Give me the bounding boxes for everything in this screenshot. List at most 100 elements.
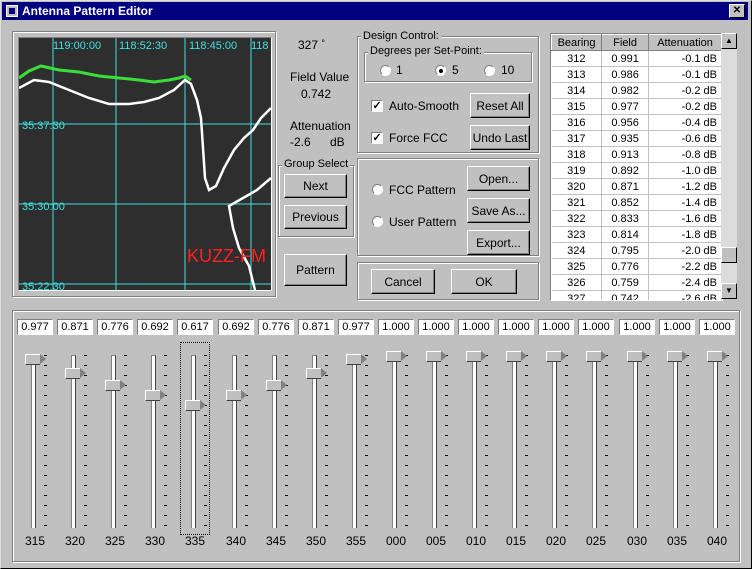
attenuation-cell: -1.2 dB: [648, 178, 722, 195]
window-title: Antenna Pattern Editor: [22, 4, 153, 18]
table-row[interactable]: 320 0.871 -1.2 dB: [551, 178, 722, 195]
degrees-radio-1[interactable]: [380, 65, 391, 76]
undo-last-button[interactable]: Undo Last: [470, 125, 530, 150]
pattern-contour-green: [19, 64, 192, 84]
field-value: 0.742: [301, 87, 332, 101]
slider-track[interactable]: [71, 355, 76, 528]
table-scrollbar[interactable]: ▲ ▼: [721, 33, 737, 299]
slider-track[interactable]: [232, 355, 237, 528]
slider-track[interactable]: [713, 355, 718, 528]
table-row[interactable]: 325 0.776 -2.2 dB: [551, 258, 722, 275]
slider-track[interactable]: [432, 355, 437, 528]
slider-track[interactable]: [392, 355, 397, 528]
slider-value-field[interactable]: 0.871: [57, 319, 93, 335]
slider-value-field[interactable]: 1.000: [578, 319, 614, 335]
degrees-legend: Degrees per Set-Point:: [368, 45, 484, 57]
slider-value-field[interactable]: 0.692: [218, 319, 254, 335]
degrees-radio-5[interactable]: [435, 65, 446, 76]
slider-value-field[interactable]: 1.000: [458, 319, 494, 335]
close-button[interactable]: ✕: [729, 4, 745, 18]
slider-track[interactable]: [512, 355, 517, 528]
export-button[interactable]: Export...: [467, 230, 530, 255]
table-row[interactable]: 312 0.991 -0.1 dB: [551, 50, 722, 67]
pattern-button[interactable]: Pattern: [284, 254, 347, 286]
user-pattern-radio[interactable]: [372, 216, 383, 227]
slider-value-field[interactable]: 1.000: [418, 319, 454, 335]
table-row[interactable]: 318 0.913 -0.8 dB: [551, 146, 722, 163]
attenuation-cell: -1.6 dB: [648, 210, 722, 227]
scroll-up-arrow-icon[interactable]: ▲: [721, 33, 737, 49]
next-button[interactable]: Next: [284, 174, 347, 198]
column-header-attenuation[interactable]: Attenuation: [648, 34, 722, 51]
slider-ticks: [565, 355, 568, 527]
slider-bearing-label: 350: [305, 534, 327, 548]
attenuation-value: -2.6: [290, 135, 311, 149]
fcc-pattern-radio[interactable]: [372, 184, 383, 195]
cancel-button[interactable]: Cancel: [371, 269, 435, 294]
slider-track[interactable]: [673, 355, 678, 528]
user-pattern-label: User Pattern: [389, 215, 457, 229]
bearing-cell: 318: [551, 146, 603, 163]
slider-track[interactable]: [592, 355, 597, 528]
column-header-field[interactable]: Field: [601, 34, 650, 51]
bearing-cell: 325: [551, 258, 603, 275]
coverage-map[interactable]: KUZZ-FM 119:00:00 118:52:30 118:45:00 11…: [18, 37, 272, 291]
scroll-thumb[interactable]: [721, 247, 737, 263]
attenuation-cell: -0.1 dB: [648, 66, 722, 83]
attenuation-cell: -0.2 dB: [648, 82, 722, 99]
ok-button[interactable]: OK: [451, 269, 517, 294]
coverage-boundary: [19, 78, 271, 192]
column-header-bearing[interactable]: Bearing: [551, 34, 603, 51]
field-cell: 0.982: [601, 82, 650, 99]
table-row[interactable]: 316 0.956 -0.4 dB: [551, 114, 722, 131]
slider-bearing-label: 320: [64, 534, 86, 548]
degree-symbol: °: [321, 38, 325, 48]
table-row[interactable]: 322 0.833 -1.6 dB: [551, 210, 722, 227]
open-button[interactable]: Open...: [467, 166, 530, 191]
slider-track[interactable]: [352, 355, 357, 528]
slider-track[interactable]: [633, 355, 638, 528]
slider-value-field[interactable]: 0.617: [177, 319, 213, 335]
degrees-radio-10[interactable]: [484, 65, 495, 76]
slider-value-field[interactable]: 0.692: [137, 319, 173, 335]
attenuation-unit: dB: [330, 135, 345, 149]
slider-track[interactable]: [552, 355, 557, 528]
auto-smooth-checkbox[interactable]: ✓: [371, 100, 383, 112]
title-bar[interactable]: Antenna Pattern Editor ✕: [2, 2, 748, 20]
slider-value-field[interactable]: 0.977: [338, 319, 374, 335]
attenuation-cell: -0.8 dB: [648, 146, 722, 163]
table-row[interactable]: 319 0.892 -1.0 dB: [551, 162, 722, 179]
slider-value-field[interactable]: 0.871: [298, 319, 334, 335]
table-row[interactable]: 326 0.759 -2.4 dB: [551, 274, 722, 291]
slider-track[interactable]: [31, 355, 36, 528]
slider-track[interactable]: [312, 355, 317, 528]
pattern-table[interactable]: Bearing Field Attenuation 312 0.991 -0.1 d…: [550, 33, 723, 301]
slider-track[interactable]: [151, 355, 156, 528]
save-as-button[interactable]: Save As...: [467, 198, 530, 223]
force-fcc-checkbox[interactable]: ✓: [371, 132, 383, 144]
slider-value-field[interactable]: 1.000: [498, 319, 534, 335]
table-row[interactable]: 313 0.986 -0.1 dB: [551, 66, 722, 83]
slider-value-field[interactable]: 0.776: [97, 319, 133, 335]
slider-value-field[interactable]: 1.000: [659, 319, 695, 335]
slider-track[interactable]: [472, 355, 477, 528]
slider-value-field[interactable]: 1.000: [699, 319, 735, 335]
slider-value-field[interactable]: 1.000: [538, 319, 574, 335]
slider-value-field[interactable]: 0.977: [17, 319, 53, 335]
table-row[interactable]: 327 0.742 -2.6 dB: [551, 290, 722, 300]
reset-all-button[interactable]: Reset All: [470, 93, 530, 118]
table-row[interactable]: 324 0.795 -2.0 dB: [551, 242, 722, 259]
table-row[interactable]: 323 0.814 -1.8 dB: [551, 226, 722, 243]
scroll-down-arrow-icon[interactable]: ▼: [721, 283, 737, 299]
field-value-label: Field Value: [290, 70, 350, 84]
table-row[interactable]: 315 0.977 -0.2 dB: [551, 98, 722, 115]
slider-value-field[interactable]: 0.776: [258, 319, 294, 335]
slider-value-field[interactable]: 1.000: [378, 319, 414, 335]
table-row[interactable]: 317 0.935 -0.6 dB: [551, 130, 722, 147]
previous-button[interactable]: Previous: [284, 205, 347, 229]
bearing-cell: 321: [551, 194, 603, 211]
table-row[interactable]: 314 0.982 -0.2 dB: [551, 82, 722, 99]
table-row[interactable]: 321 0.852 -1.4 dB: [551, 194, 722, 211]
slider-value-field[interactable]: 1.000: [619, 319, 655, 335]
slider-ticks: [726, 355, 729, 527]
